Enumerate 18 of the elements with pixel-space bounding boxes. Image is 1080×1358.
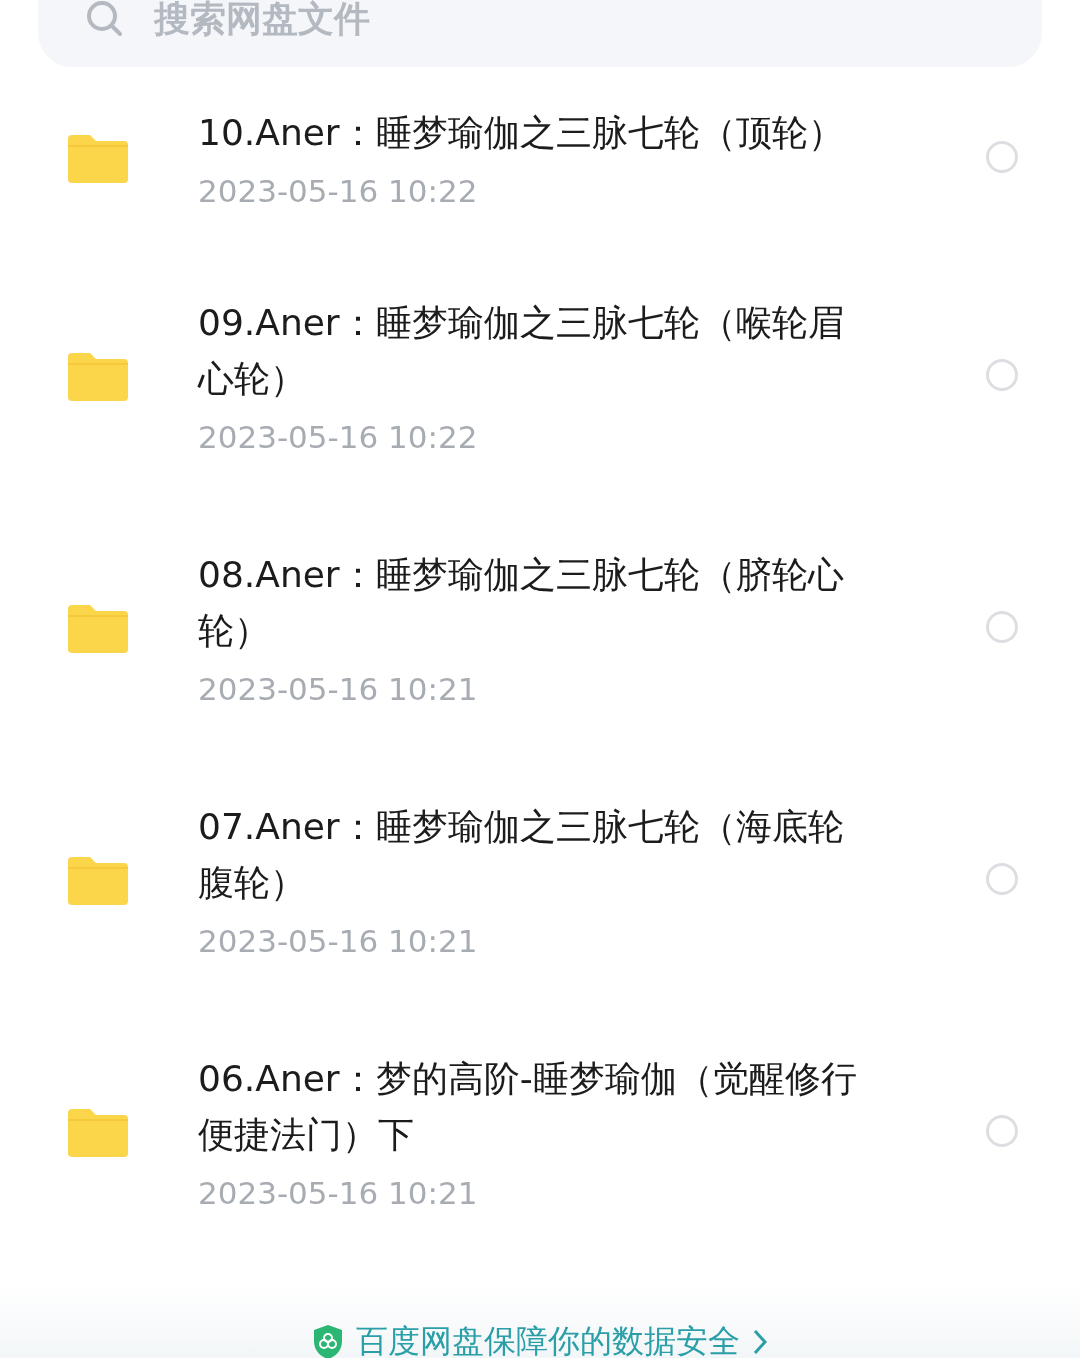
search-icon — [84, 0, 124, 38]
file-name[interactable]: 06.Aner：梦的高阶-睡梦瑜伽（觉醒修行便捷法门）下 — [198, 1051, 858, 1163]
file-name[interactable]: 08.Aner：睡梦瑜伽之三脉七轮（脐轮心轮） — [198, 547, 858, 659]
file-name[interactable]: 07.Aner：睡梦瑜伽之三脉七轮（海底轮腹轮） — [198, 799, 858, 911]
file-date: 2023-05-16 10:22 — [198, 419, 479, 455]
select-radio[interactable] — [986, 863, 1018, 895]
file-date: 2023-05-16 10:21 — [198, 923, 479, 959]
file-date: 2023-05-16 10:21 — [198, 671, 479, 707]
file-name[interactable]: 09.Aner：睡梦瑜伽之三脉七轮（喉轮眉心轮） — [198, 295, 858, 407]
select-radio[interactable] — [986, 611, 1018, 643]
select-radio[interactable] — [986, 1115, 1018, 1147]
select-radio[interactable] — [986, 359, 1018, 391]
file-date: 2023-05-16 10:22 — [198, 173, 479, 209]
shield-icon — [312, 1324, 344, 1358]
chevron-right-icon — [752, 1328, 768, 1356]
file-name[interactable]: 10.Aner：睡梦瑜伽之三脉七轮（顶轮） — [198, 105, 858, 161]
select-radio[interactable] — [986, 141, 1018, 173]
file-date: 2023-05-16 10:21 — [198, 1175, 479, 1211]
